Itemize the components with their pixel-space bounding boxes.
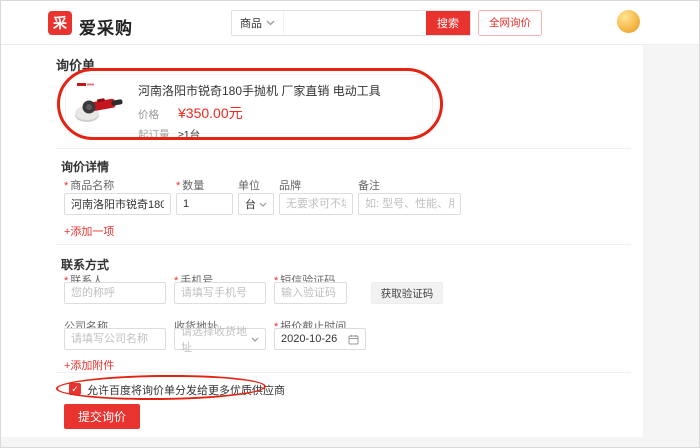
brand-logo-icon: 采 [48, 11, 72, 35]
moq-label: 起订量 [138, 127, 178, 142]
divider [56, 372, 631, 373]
page-title: 询价单 [56, 55, 95, 74]
product-info: 河南洛阳市锐奇180手抛机 厂家直销 电动工具 价格 ¥350.00元 起订量 … [138, 80, 381, 128]
get-sms-code-button[interactable]: 获取验证码 [371, 282, 443, 304]
contact-person-input[interactable] [64, 282, 166, 304]
deadline-date-picker[interactable]: 2020-10-26 [274, 328, 366, 350]
add-attachment-link[interactable]: +添加附件 [64, 357, 114, 373]
brand-input[interactable] [279, 193, 353, 215]
all-network-quote-button[interactable]: 全网询价 [478, 10, 542, 36]
unit-select[interactable]: 台 [238, 193, 274, 215]
page-root: 采 爱采购 商品 搜索 全网询价 询价单 [0, 0, 700, 448]
unit-value: 台 [245, 196, 256, 212]
search-input[interactable] [284, 11, 426, 35]
divider [56, 148, 631, 149]
header: 采 爱采购 商品 搜索 全网询价 [1, 1, 700, 45]
required-mark: * [176, 180, 180, 192]
search-button[interactable]: 搜索 [426, 11, 470, 35]
user-avatar[interactable] [617, 10, 640, 33]
inquiry-detail-title: 询价详情 [61, 158, 109, 175]
note-input[interactable] [358, 193, 461, 215]
quantity-label: *数量 [176, 177, 204, 193]
company-input[interactable] [64, 328, 166, 350]
moq-value: ≥1台 [178, 127, 200, 142]
brand-title: 爱采购 [79, 14, 133, 39]
brand-label: 品牌 [279, 177, 301, 193]
product-image [74, 80, 126, 128]
submit-inquiry-button[interactable]: 提交询价 [64, 404, 140, 429]
product-title: 河南洛阳市锐奇180手抛机 厂家直销 电动工具 [138, 82, 381, 99]
search-category-label: 商品 [240, 15, 262, 31]
address-select[interactable]: 请选择收货地址 [174, 328, 266, 350]
sms-code-input[interactable] [274, 282, 347, 304]
price-value: ¥350.00元 [178, 103, 243, 123]
contact-section-title: 联系方式 [61, 256, 109, 273]
chevron-down-icon [251, 337, 259, 342]
divider [56, 244, 631, 245]
product-name-label: *商品名称 [64, 177, 114, 193]
required-mark: * [64, 180, 68, 192]
calendar-icon [348, 334, 359, 345]
product-card[interactable]: 河南洛阳市锐奇180手抛机 厂家直销 电动工具 价格 ¥350.00元 起订量 … [65, 74, 433, 134]
add-item-link[interactable]: +添加一项 [64, 223, 114, 239]
search-category-dropdown[interactable]: 商品 [232, 11, 284, 35]
product-name-input[interactable] [64, 193, 171, 215]
quantity-input[interactable] [176, 193, 233, 215]
consent-label[interactable]: 允许百度将询价单分发给更多优质供应商 [87, 382, 285, 398]
note-label: 备注 [358, 177, 380, 193]
price-label: 价格 [138, 107, 178, 122]
chevron-down-icon [259, 202, 267, 207]
phone-input[interactable] [174, 282, 266, 304]
chevron-down-icon [266, 20, 275, 26]
address-placeholder: 请选择收货地址 [181, 323, 251, 355]
unit-label: 单位 [238, 177, 260, 193]
search-bar: 商品 搜索 [231, 10, 471, 36]
deadline-value: 2020-10-26 [281, 333, 337, 345]
consent-checkbox[interactable]: ✓ [69, 383, 81, 395]
